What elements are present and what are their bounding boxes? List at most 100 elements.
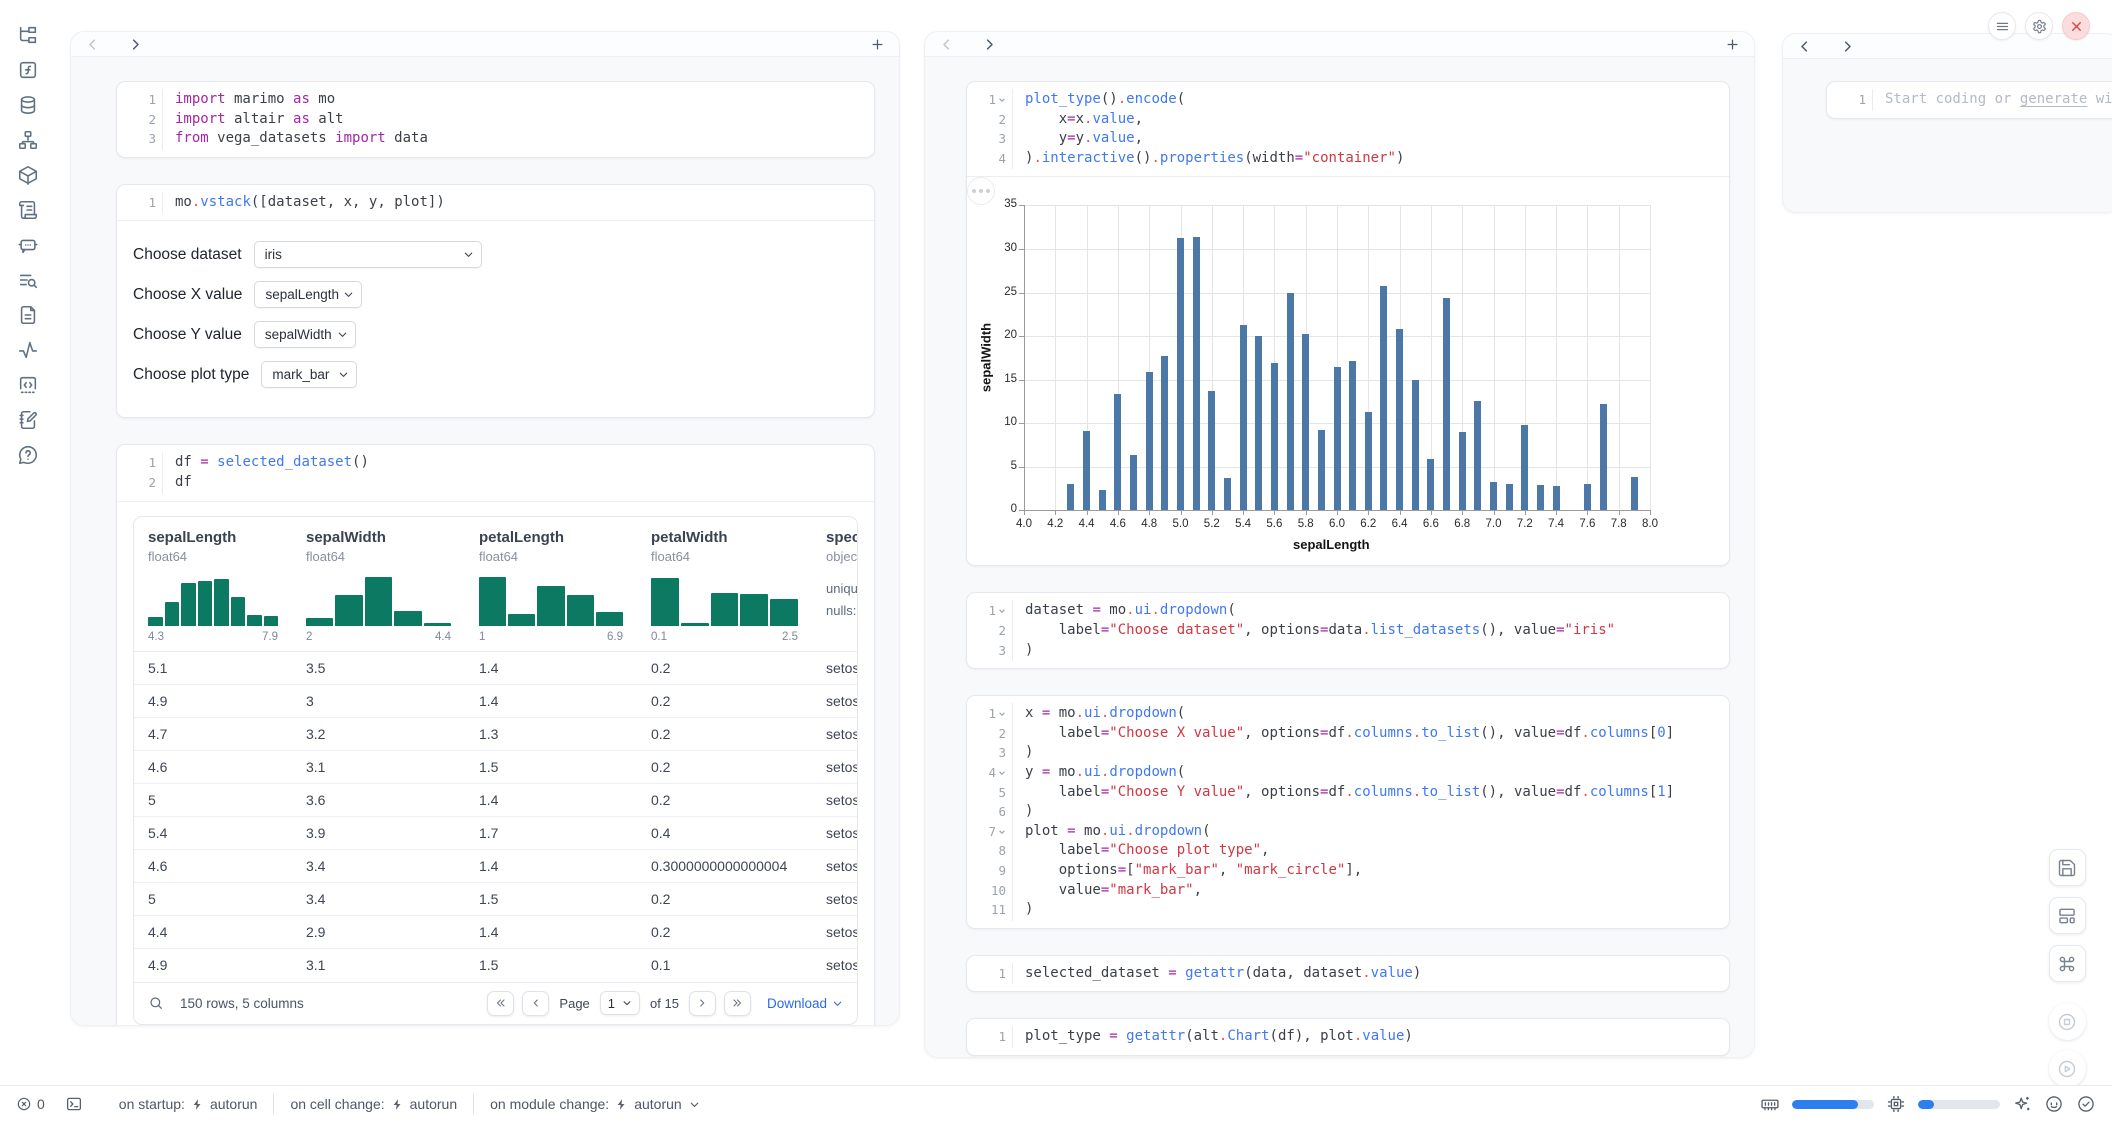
stop-button[interactable]	[2049, 1003, 2086, 1040]
download-button[interactable]: Download	[767, 996, 843, 1011]
code-cell-xy-plot-dropdowns[interactable]: 1x = mo.ui.dropdown(2 label="Choose X va…	[966, 695, 1730, 929]
scroll-logs-icon[interactable]	[17, 199, 39, 221]
code-cell-plot[interactable]: 1plot_type().encode(2 x=x.value,3 y=y.va…	[966, 81, 1730, 566]
search-list-icon[interactable]	[17, 269, 39, 291]
layout-button[interactable]	[2049, 897, 2086, 934]
code-line[interactable]: 1selected_dataset = getattr(data, datase…	[977, 964, 1719, 984]
error-count[interactable]: 0	[16, 1096, 45, 1112]
tracing-activity-icon[interactable]	[17, 339, 39, 361]
prev-page-button[interactable]	[522, 991, 549, 1016]
column-left-header	[71, 32, 899, 57]
code-line[interactable]: 4y = mo.ui.dropdown(	[977, 763, 1719, 783]
column-header-speci[interactable]: speciobjecuniqunulls:	[812, 517, 857, 651]
help-question-icon[interactable]	[17, 444, 39, 466]
add-cell-button[interactable]	[870, 37, 885, 52]
code-line[interactable]: 2 label="Choose X value", options=df.col…	[977, 724, 1719, 744]
file-tree-icon[interactable]	[17, 24, 39, 46]
code-line[interactable]: 3)	[977, 641, 1719, 661]
code-line[interactable]: 1mo.vstack([dataset, x, y, plot])	[127, 193, 864, 213]
column-header-petalLength[interactable]: petalLengthfloat6416.9	[465, 517, 637, 651]
scroll-left-button[interactable]	[939, 37, 954, 52]
dataset-select[interactable]: iris	[254, 241, 482, 268]
code-line[interactable]: 1plot_type().encode(	[977, 90, 1719, 110]
add-cell-button[interactable]	[1725, 37, 1740, 52]
scroll-left-button[interactable]	[85, 37, 100, 52]
chart-bar	[1631, 477, 1638, 510]
ai-sparkles-icon[interactable]	[2012, 1094, 2032, 1114]
terminal-button[interactable]	[65, 1095, 83, 1113]
runtime-config-item[interactable]: on cell change:autorun	[290, 1096, 457, 1112]
next-page-button[interactable]	[689, 991, 716, 1016]
copilot-bot-icon[interactable]	[2044, 1094, 2064, 1114]
notebook-pen-icon[interactable]	[17, 409, 39, 431]
runtime-config-item[interactable]: on module change:autorun	[490, 1096, 701, 1112]
save-button[interactable]	[2049, 849, 2086, 886]
empty-code-cell[interactable]: 1 Start coding or generate with	[1826, 81, 2112, 119]
y-gridline	[1024, 205, 1650, 206]
line-number: 6	[977, 802, 1013, 822]
code-cell-vstack[interactable]: 1mo.vstack([dataset, x, y, plot]) Choose…	[116, 184, 875, 419]
dependency-graph-icon[interactable]	[17, 129, 39, 151]
column-header-sepalWidth[interactable]: sepalWidthfloat6424.4	[292, 517, 465, 651]
code-line[interactable]: 2import altair as alt	[127, 110, 864, 130]
keyboard-shortcuts-button[interactable]	[2049, 945, 2086, 982]
table-row: 4.931.40.2setos	[134, 685, 857, 718]
last-page-button[interactable]	[724, 991, 751, 1016]
generate-link[interactable]: generate	[2020, 91, 2087, 107]
search-icon[interactable]	[148, 995, 164, 1011]
package-cube-icon[interactable]	[17, 164, 39, 186]
code-line[interactable]: 3)	[977, 743, 1719, 763]
column-right: 1 Start coding or generate with	[1782, 33, 2112, 213]
column-header-sepalLength[interactable]: sepalLengthfloat644.37.9	[134, 517, 292, 651]
code-cell-dataframe[interactable]: 1df = selected_dataset()2df sepalLengthf…	[116, 444, 875, 1026]
page-select[interactable]: 1	[600, 991, 640, 1015]
code-line[interactable]: 6)	[977, 802, 1719, 822]
code-line[interactable]: 2 label="Choose dataset", options=data.l…	[977, 621, 1719, 641]
code-line[interactable]: 1x = mo.ui.dropdown(	[977, 704, 1719, 724]
code-cell-dataset-dropdown[interactable]: 1dataset = mo.ui.dropdown(2 label="Choos…	[966, 592, 1730, 669]
code-line[interactable]: 1df = selected_dataset()	[127, 453, 864, 473]
run-button[interactable]	[2049, 1050, 2086, 1087]
table-footer: 150 rows, 5 columns Page 1 of 15 Downloa…	[134, 982, 857, 1024]
x-value-select[interactable]: sepalLength	[254, 281, 362, 308]
first-page-button[interactable]	[487, 991, 514, 1016]
code-line[interactable]: 2df	[127, 473, 864, 493]
scroll-right-button[interactable]	[128, 37, 143, 52]
chart-bar	[1380, 286, 1387, 511]
plot-type-select[interactable]: mark_bar	[261, 361, 357, 388]
code-line[interactable]: 11)	[977, 900, 1719, 920]
scroll-right-button[interactable]	[982, 37, 997, 52]
code-placeholder[interactable]: Start coding or generate with	[1885, 91, 2112, 107]
code-line[interactable]: 8 label="Choose plot type",	[977, 841, 1719, 861]
column-middle-header	[925, 32, 1754, 57]
code-line[interactable]: 1import marimo as mo	[127, 90, 864, 110]
scroll-left-button[interactable]	[1797, 39, 1812, 54]
code-line[interactable]: 9 options=["mark_bar", "mark_circle"],	[977, 861, 1719, 881]
code-cell-selected-dataset[interactable]: 1selected_dataset = getattr(data, datase…	[966, 955, 1730, 993]
code-cell-imports[interactable]: 1import marimo as mo2import altair as al…	[116, 81, 875, 158]
close-button[interactable]	[2062, 12, 2090, 40]
code-line[interactable]: 1dataset = mo.ui.dropdown(	[977, 601, 1719, 621]
code-line[interactable]: 4).interactive().properties(width="conta…	[977, 149, 1719, 169]
code-line[interactable]: 7plot = mo.ui.dropdown(	[977, 822, 1719, 842]
code-square-icon[interactable]	[17, 374, 39, 396]
function-square-icon[interactable]	[17, 59, 39, 81]
menu-button[interactable]	[1988, 12, 2016, 40]
code-line[interactable]: 5 label="Choose Y value", options=df.col…	[977, 783, 1719, 803]
runtime-config-item[interactable]: on startup:autorun	[119, 1096, 258, 1112]
code-cell-plot-type[interactable]: 1plot_type = getattr(alt.Chart(df), plot…	[966, 1018, 1730, 1056]
chat-bot-icon[interactable]	[17, 234, 39, 256]
code-line[interactable]: 1plot_type = getattr(alt.Chart(df), plot…	[977, 1027, 1719, 1047]
column-header-petalWidth[interactable]: petalWidthfloat640.12.5	[637, 517, 812, 651]
code-line[interactable]: 3 y=y.value,	[977, 129, 1719, 149]
x-tick-label: 5.4	[1226, 518, 1260, 530]
y-value-select[interactable]: sepalWidth	[254, 321, 356, 348]
code-line[interactable]: 3from vega_datasets import data	[127, 129, 864, 149]
scroll-right-button[interactable]	[1840, 39, 1855, 54]
code-line[interactable]: 2 x=x.value,	[977, 110, 1719, 130]
database-icon[interactable]	[17, 94, 39, 116]
connection-check-icon[interactable]	[2076, 1094, 2096, 1114]
snippets-document-icon[interactable]	[17, 304, 39, 326]
settings-gear-button[interactable]	[2025, 12, 2053, 40]
code-line[interactable]: 10 value="mark_bar",	[977, 881, 1719, 901]
